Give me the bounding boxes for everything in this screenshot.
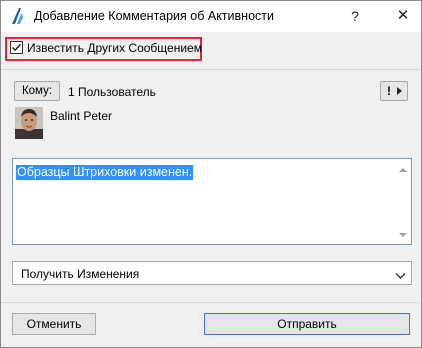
scroll-up-icon[interactable] xyxy=(399,168,407,172)
checkmark-icon xyxy=(11,43,22,52)
scroll-down-icon[interactable] xyxy=(399,233,407,237)
recipient-name: Balint Peter xyxy=(50,109,113,123)
action-select-value: Получить Изменения xyxy=(21,267,140,281)
notify-label[interactable]: Известить Других Сообщением xyxy=(27,41,202,55)
triangle-right-icon xyxy=(397,87,402,95)
send-button[interactable]: Отправить xyxy=(204,313,410,335)
action-select[interactable]: Получить Изменения xyxy=(12,261,412,285)
notify-row: Известить Других Сообщением xyxy=(1,32,421,69)
chevron-down-icon xyxy=(395,269,406,283)
recipient-count: 1 Пользователь xyxy=(68,85,156,99)
avatar xyxy=(15,107,43,139)
more-options-button[interactable]: ! xyxy=(380,81,408,101)
dialog-window: Добавление Комментария об Активности ? ✕… xyxy=(0,0,422,348)
archicad-logo-icon xyxy=(9,7,27,25)
title-bar: Добавление Комментария об Активности ? ✕ xyxy=(1,1,421,32)
to-button[interactable]: Кому: xyxy=(14,81,60,101)
comment-text[interactable]: Образцы Штриховки изменен. xyxy=(16,165,194,180)
help-button[interactable]: ? xyxy=(343,4,367,28)
comment-scrollbar[interactable] xyxy=(395,159,411,244)
window-title: Добавление Комментария об Активности xyxy=(34,9,274,23)
comment-textarea[interactable]: Образцы Штриховки изменен. xyxy=(12,158,412,245)
close-button[interactable]: ✕ xyxy=(391,4,415,28)
exclamation-icon: ! xyxy=(387,84,391,98)
cancel-button[interactable]: Отменить xyxy=(12,313,96,335)
notify-checkbox[interactable] xyxy=(10,41,23,54)
divider xyxy=(1,69,421,70)
divider xyxy=(1,302,421,303)
